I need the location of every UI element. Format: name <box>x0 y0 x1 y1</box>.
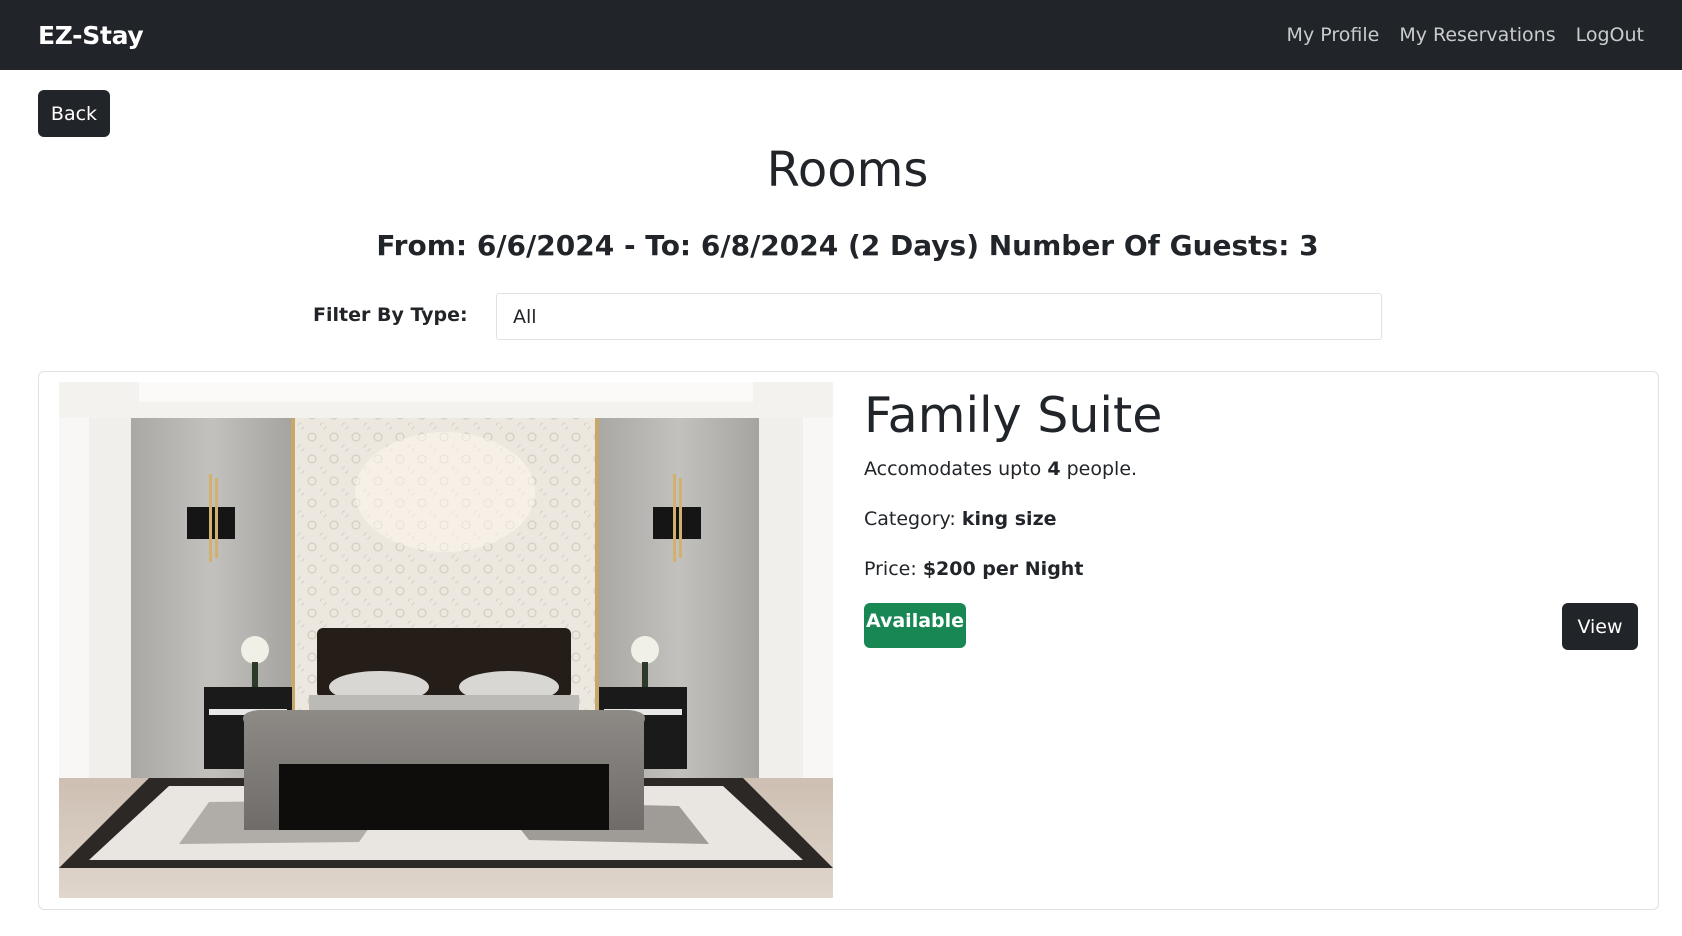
room-price: Price: $200 per Night <box>864 558 1083 580</box>
category-label: Category: <box>864 508 956 530</box>
room-capacity: Accomodates upto 4 people. <box>864 458 1137 480</box>
nav-link-logout[interactable]: LogOut <box>1576 24 1644 46</box>
room-image <box>59 382 833 898</box>
category-value: king size <box>961 508 1057 530</box>
view-button[interactable]: View <box>1562 603 1638 650</box>
filter-type-select[interactable]: All <box>496 293 1382 340</box>
navbar: EZ-Stay My Profile My Reservations LogOu… <box>0 0 1682 70</box>
price-value: $200 per Night <box>922 558 1084 580</box>
filter-label: Filter By Type: <box>313 304 468 326</box>
room-category: Category: king size <box>864 508 1057 530</box>
nav-link-my-profile[interactable]: My Profile <box>1287 24 1380 46</box>
filter-row: Filter By Type: All <box>0 293 1682 341</box>
room-name: Family Suite <box>864 387 1163 444</box>
back-button[interactable]: Back <box>38 90 110 137</box>
capacity-suffix: people. <box>1066 458 1138 480</box>
status-badge: Available <box>864 603 966 648</box>
brand-logo[interactable]: EZ-Stay <box>38 21 144 50</box>
capacity-value: 4 <box>1047 458 1061 480</box>
page-title: Rooms <box>766 142 929 198</box>
booking-summary: From: 6/6/2024 - To: 6/8/2024 (2 Days) N… <box>376 229 1319 262</box>
price-label: Price: <box>864 558 917 580</box>
nav-links: My Profile My Reservations LogOut <box>1287 24 1644 46</box>
room-card: Family Suite Accomodates upto 4 people. … <box>38 371 1659 910</box>
capacity-prefix: Accomodates upto <box>864 458 1042 480</box>
nav-link-my-reservations[interactable]: My Reservations <box>1399 24 1555 46</box>
